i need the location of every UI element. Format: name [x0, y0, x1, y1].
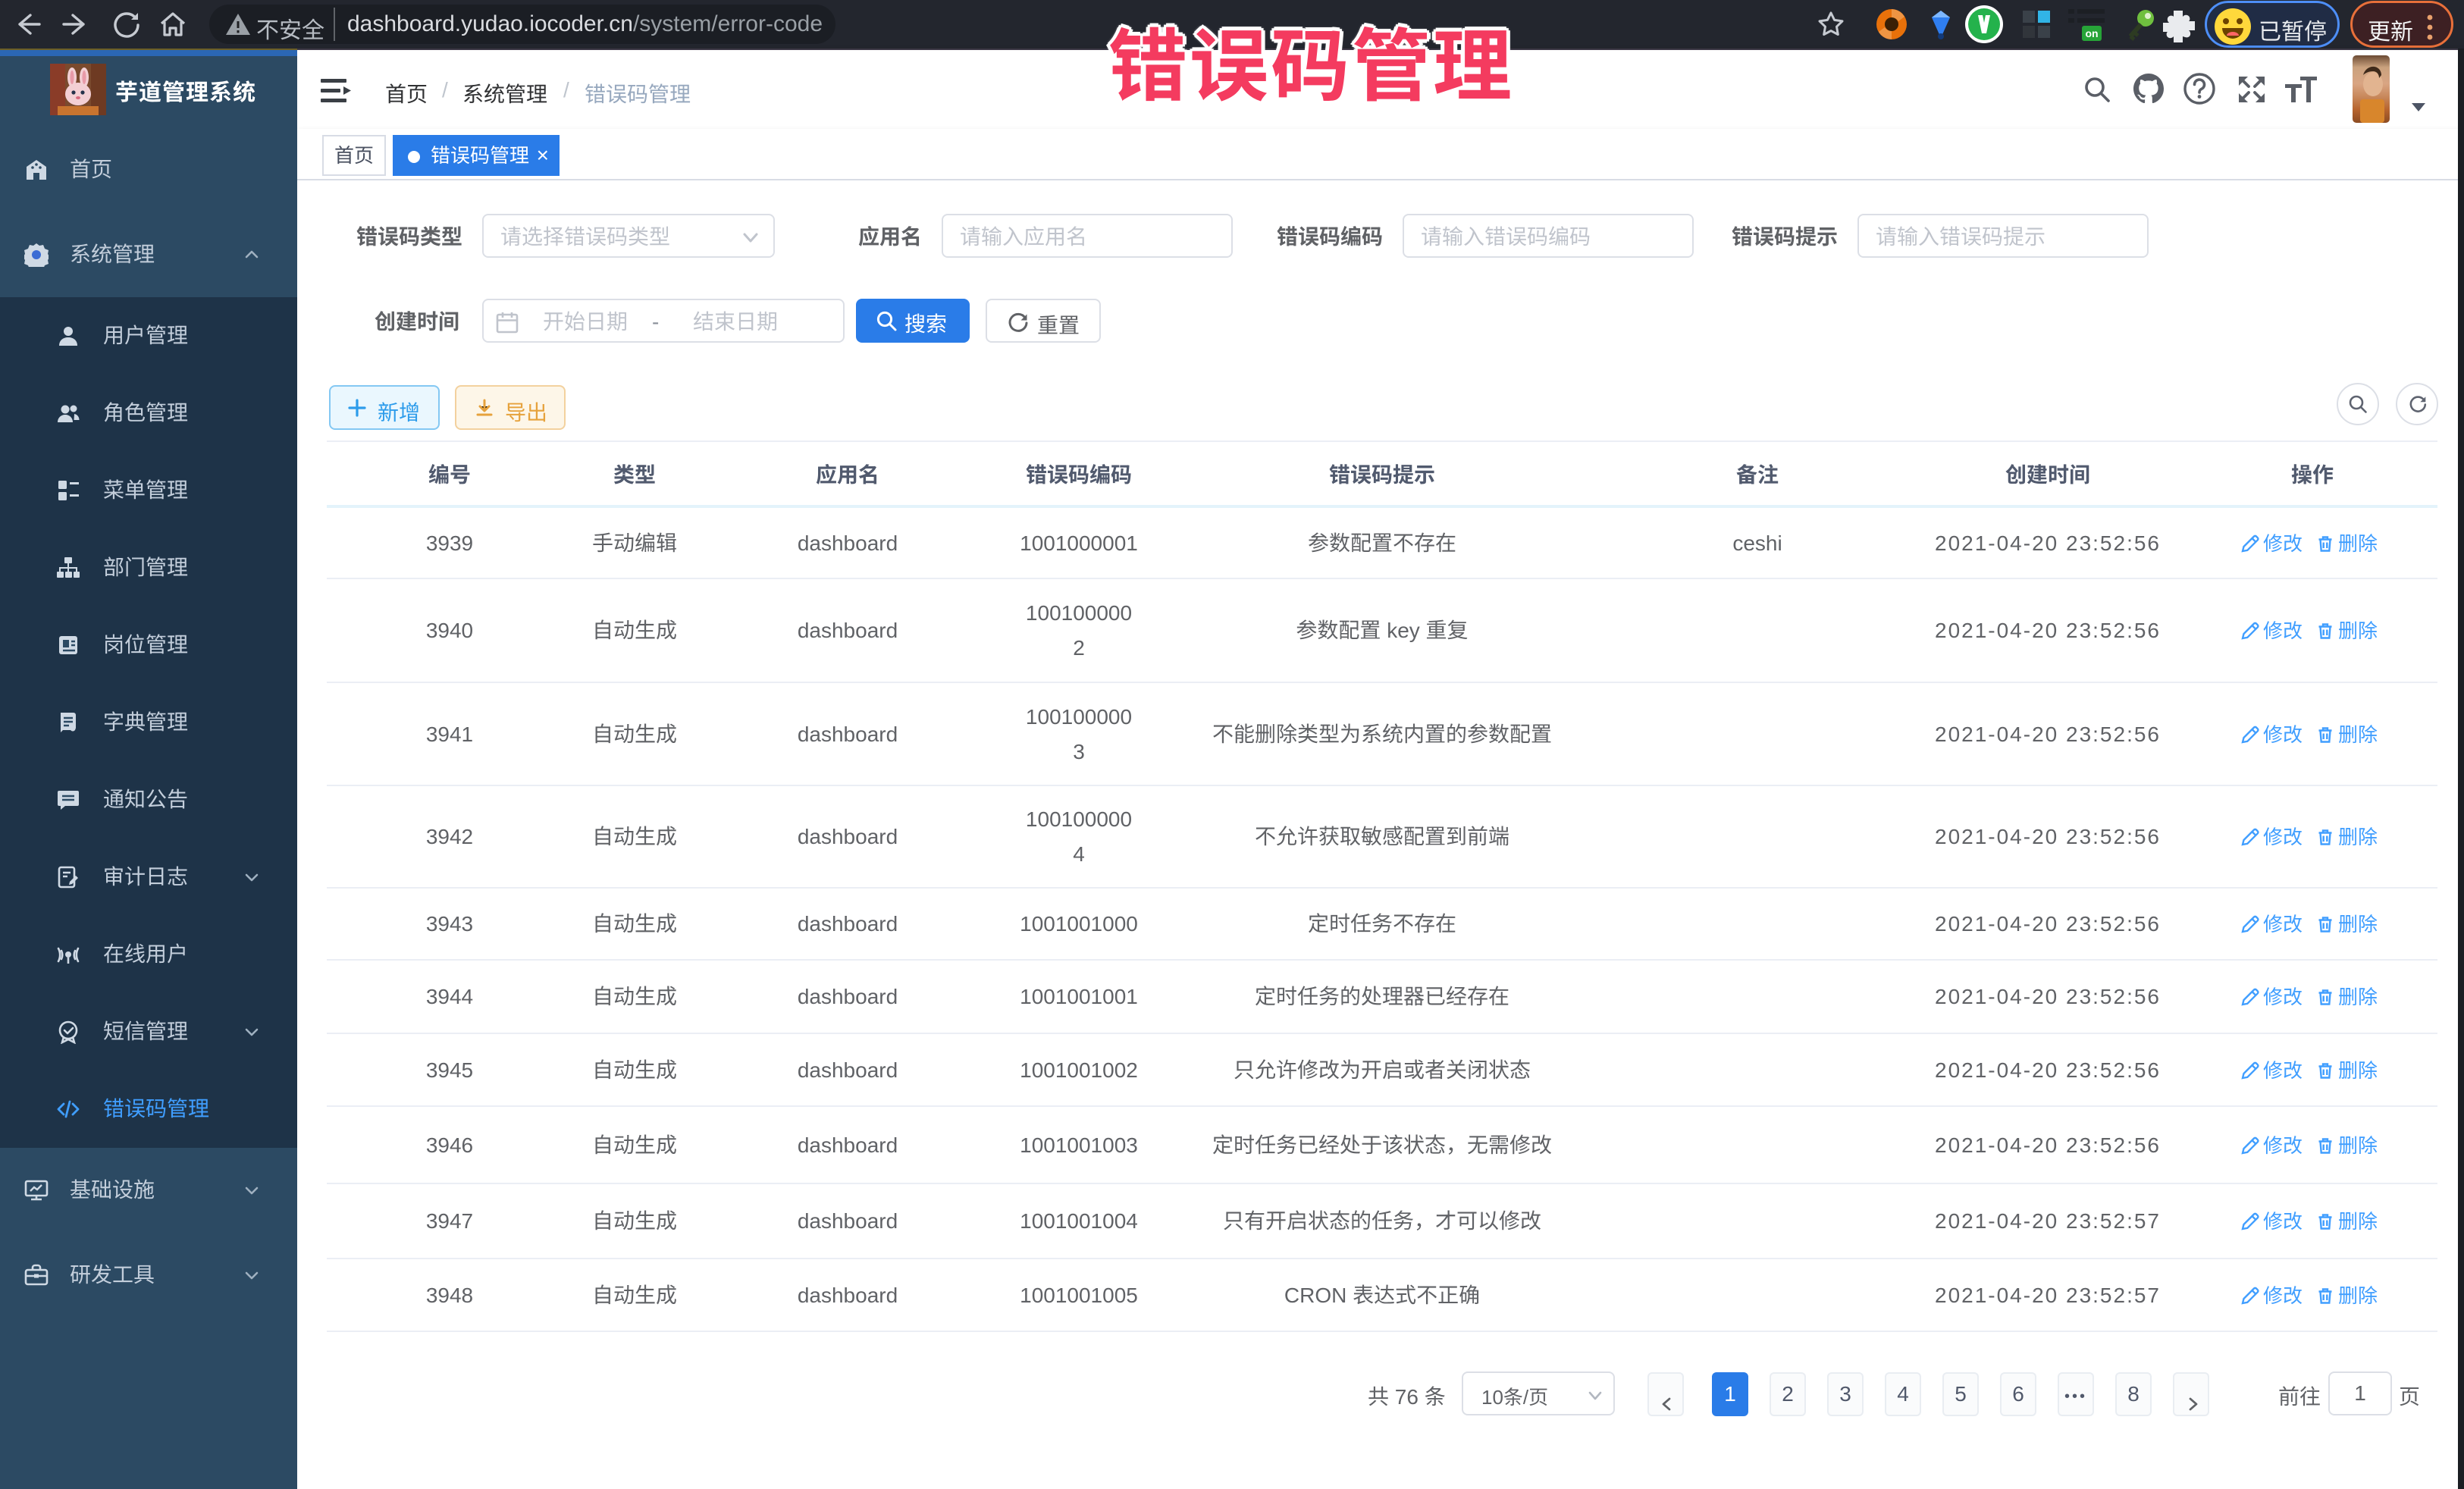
svg-text:on: on: [2085, 27, 2098, 39]
